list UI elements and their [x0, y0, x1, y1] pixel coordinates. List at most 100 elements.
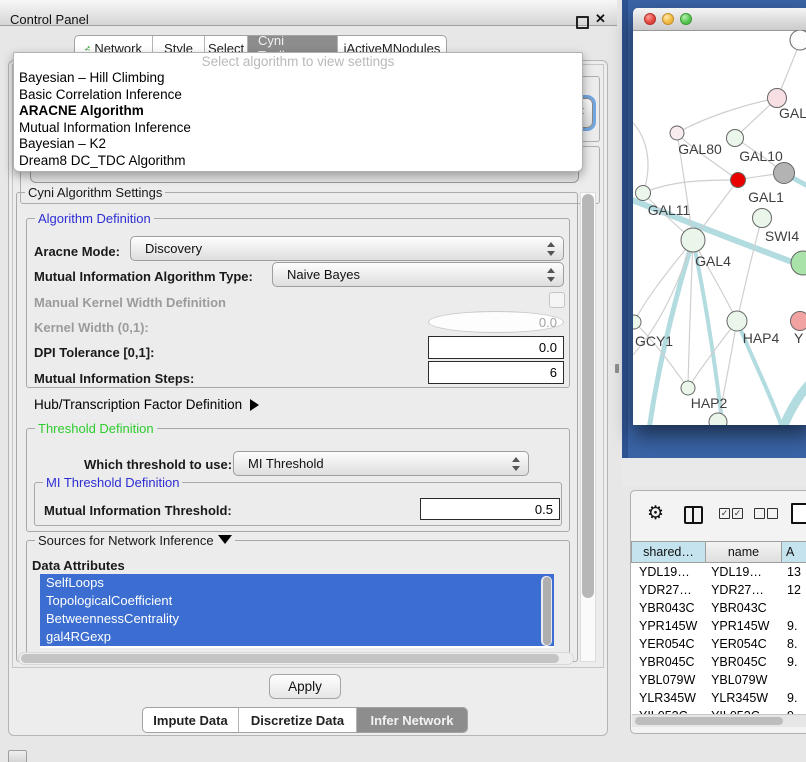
dpi-tolerance-field[interactable]: 0.0 [428, 336, 564, 359]
algorithm-popup-item[interactable]: Bayesian – Hill Climbing [14, 70, 582, 87]
minimized-panel-icon[interactable] [8, 750, 27, 762]
table-row[interactable]: YDR27…YDR27…12 [631, 581, 806, 599]
table-row[interactable]: YBR045CYBR045C9. [631, 653, 806, 671]
attributes-scrollbar-thumb[interactable] [543, 577, 551, 645]
threshold-definition-legend: Threshold Definition [35, 421, 157, 436]
table-cell: YPR145W [631, 617, 706, 635]
table-row[interactable]: YPR145WYPR145W9. [631, 617, 806, 635]
unchecked-checkbox-icon[interactable] [754, 508, 765, 519]
aracne-mode-value: Discovery [145, 241, 202, 256]
table-cell: 9. [782, 689, 806, 707]
document-icon[interactable] [791, 503, 806, 524]
table-row[interactable]: YDL19…YDL19…13 [631, 563, 806, 581]
table-cell: 13 [782, 563, 806, 581]
column-header-shared-name[interactable]: shared… [631, 541, 706, 563]
network-node-hap2[interactable] [681, 381, 695, 395]
table-cell: YBL079W [631, 671, 706, 689]
algorithm-popup-item[interactable]: Mutual Information Inference [14, 120, 582, 137]
manual-kernel-width-checkbox[interactable] [549, 292, 565, 308]
data-attributes-list[interactable]: SelfLoopsTopologicalCoefficientBetweenne… [40, 574, 554, 648]
settings-vertical-scrollbar-thumb[interactable] [582, 194, 594, 598]
apply-button[interactable]: Apply [269, 674, 341, 699]
network-node-gal4[interactable] [681, 228, 705, 252]
table-rows[interactable]: YDL19…YDL19…13YDR27…YDR27…12YBR043CYBR04… [631, 563, 806, 714]
split-pane-divider-handle[interactable] [615, 364, 619, 373]
mi-algorithm-type-combo[interactable]: Naive Bayes [272, 262, 564, 287]
table-cell: 12 [782, 581, 806, 599]
network-node-hap4[interactable] [727, 311, 747, 331]
checked-checkbox-icon[interactable]: ✓ [732, 508, 743, 519]
network-window-titlebar[interactable] [633, 8, 806, 31]
close-traffic-light-icon[interactable] [644, 13, 656, 25]
network-view-window[interactable]: GALGAL80GAL10GAL1GAL11SWI4GAL4GCY1HAP4YH… [633, 8, 806, 425]
control-panel-titlebar: Control Panel ✕ [0, 0, 617, 26]
network-node[interactable] [774, 163, 795, 184]
mi-threshold-label: Mutual Information Threshold: [44, 503, 232, 518]
attribute-list-item[interactable]: TopologicalCoefficient [40, 592, 554, 610]
node-label: GAL10 [739, 148, 783, 164]
zoom-traffic-light-icon[interactable] [680, 13, 692, 25]
aracne-mode-combo[interactable]: Discovery [130, 236, 564, 261]
tab-impute-data[interactable]: Impute Data [143, 708, 239, 732]
which-threshold-value: MI Threshold [248, 456, 324, 471]
which-threshold-label: Which threshold to use: [84, 457, 232, 472]
dpi-tolerance-label: DPI Tolerance [0,1]: [34, 345, 154, 360]
network-node[interactable] [790, 30, 806, 50]
network-node-gal10[interactable] [727, 130, 744, 147]
control-panel-title: Control Panel [10, 12, 89, 27]
split-columns-icon[interactable] [684, 506, 703, 524]
network-node-swi4[interactable] [753, 209, 772, 228]
network-node-gal11[interactable] [636, 186, 651, 201]
node-label: GAL1 [748, 189, 784, 205]
close-icon[interactable]: ✕ [595, 11, 606, 27]
settings-horizontal-scrollbar-thumb[interactable] [21, 654, 559, 663]
table-horizontal-scrollbar-thumb[interactable] [635, 717, 783, 725]
network-node[interactable] [709, 413, 727, 425]
column-header-name[interactable]: name [706, 541, 782, 563]
node-label: GCY1 [635, 333, 673, 349]
table-panel-titlebar: Table Panel [622, 458, 806, 486]
attribute-list-item[interactable]: gal4RGexp [40, 628, 554, 646]
sources-legend[interactable]: Sources for Network Inference [35, 533, 235, 548]
mi-threshold-field[interactable]: 0.5 [420, 498, 560, 520]
table-row[interactable]: YLR345WYLR345W9. [631, 689, 806, 707]
table-row[interactable]: YBR043CYBR043C [631, 599, 806, 617]
table-row[interactable]: YIL052CYIL052C9 [631, 707, 806, 714]
stepper-arrows-icon [546, 241, 555, 257]
table-row[interactable]: YBL079WYBL079W [631, 671, 806, 689]
attribute-list-item[interactable]: SelfLoops [40, 574, 554, 592]
network-node-gal80[interactable] [670, 126, 684, 140]
algorithm-popup-item[interactable]: ARACNE Algorithm [14, 103, 582, 120]
attribute-list-item[interactable]: BetweennessCentrality [40, 610, 554, 628]
node-label: HAP2 [691, 395, 728, 411]
tab-infer-network[interactable]: Infer Network [357, 708, 467, 732]
column-header-partial[interactable]: A [782, 541, 806, 563]
network-canvas[interactable]: GALGAL80GAL10GAL1GAL11SWI4GAL4GCY1HAP4YH… [633, 30, 806, 425]
which-threshold-combo[interactable]: MI Threshold [233, 451, 529, 476]
table-horizontal-scrollbar[interactable] [632, 714, 806, 727]
table-cell [782, 671, 806, 689]
node-label: GAL11 [648, 202, 691, 218]
unchecked-checkbox-icon[interactable] [767, 508, 778, 519]
sources-legend-label: Sources for Network Inference [38, 533, 214, 548]
table-cell: 9. [782, 617, 806, 635]
table-cell: YDL19… [631, 563, 706, 581]
tab-discretize-data[interactable]: Discretize Data [239, 708, 357, 732]
float-window-icon[interactable] [576, 16, 589, 29]
algorithm-popup-item[interactable]: Basic Correlation Inference [14, 87, 582, 104]
table-toolbar: ⚙ ✓ ✓ [631, 491, 806, 539]
table-row[interactable]: YER054CYER054C8. [631, 635, 806, 653]
network-node-gal1[interactable] [731, 173, 746, 188]
network-node[interactable] [791, 251, 806, 275]
mi-steps-field[interactable]: 6 [428, 361, 564, 384]
network-node-y[interactable] [791, 312, 806, 331]
algorithm-popup-item[interactable]: Bayesian – K2 [14, 136, 582, 153]
checked-checkbox-icon[interactable]: ✓ [719, 508, 730, 519]
minimize-traffic-light-icon[interactable] [662, 13, 674, 25]
gear-icon[interactable]: ⚙ [647, 502, 664, 525]
tab-discretize-data-label: Discretize Data [251, 713, 344, 728]
algorithm-popup-item[interactable]: Dream8 DC_TDC Algorithm [14, 153, 582, 170]
hub-transcription-factor-section[interactable]: Hub/Transcription Factor Definition [34, 397, 259, 412]
algorithm-definition-legend: Algorithm Definition [35, 211, 154, 226]
node-label: GAL [779, 105, 806, 121]
